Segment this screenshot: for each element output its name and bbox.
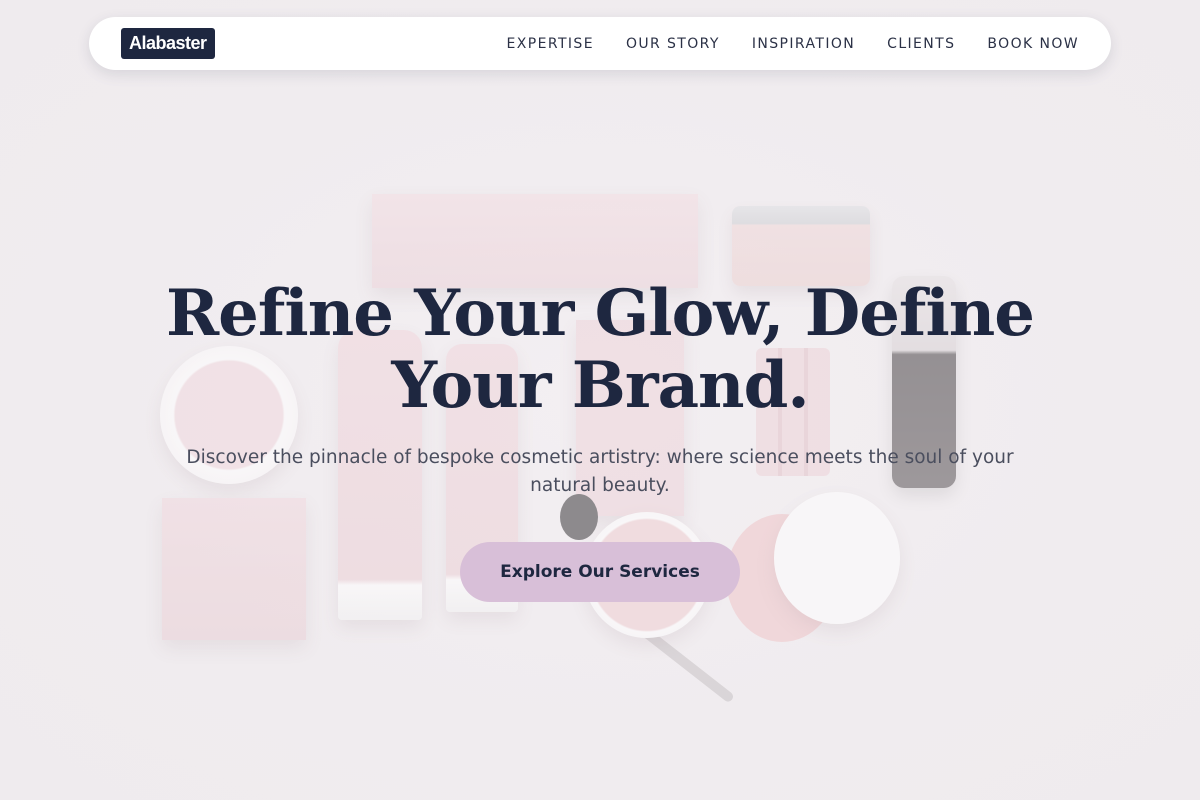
nav-link-clients[interactable]: CLIENTS: [887, 36, 955, 52]
explore-services-button[interactable]: Explore Our Services: [460, 542, 740, 602]
hero-subtitle: Discover the pinnacle of bespoke cosmeti…: [186, 447, 1014, 496]
top-navigation: Alabaster EXPERTISE OUR STORY INSPIRATIO…: [89, 17, 1111, 70]
product-box-long: [372, 194, 698, 288]
nav-link-book-now[interactable]: BOOK NOW: [987, 36, 1079, 52]
hero-title: Refine Your Glow, Define Your Brand.: [165, 276, 1035, 423]
product-jar: [732, 206, 870, 286]
nav-link-inspiration[interactable]: INSPIRATION: [752, 36, 855, 52]
nav-link-expertise[interactable]: EXPERTISE: [507, 36, 594, 52]
nav-links: EXPERTISE OUR STORY INSPIRATION CLIENTS …: [507, 36, 1079, 52]
nav-link-our-story[interactable]: OUR STORY: [626, 36, 720, 52]
hero-section: Refine Your Glow, Define Your Brand. Dis…: [0, 278, 1200, 602]
brand-logo[interactable]: Alabaster: [121, 28, 215, 59]
